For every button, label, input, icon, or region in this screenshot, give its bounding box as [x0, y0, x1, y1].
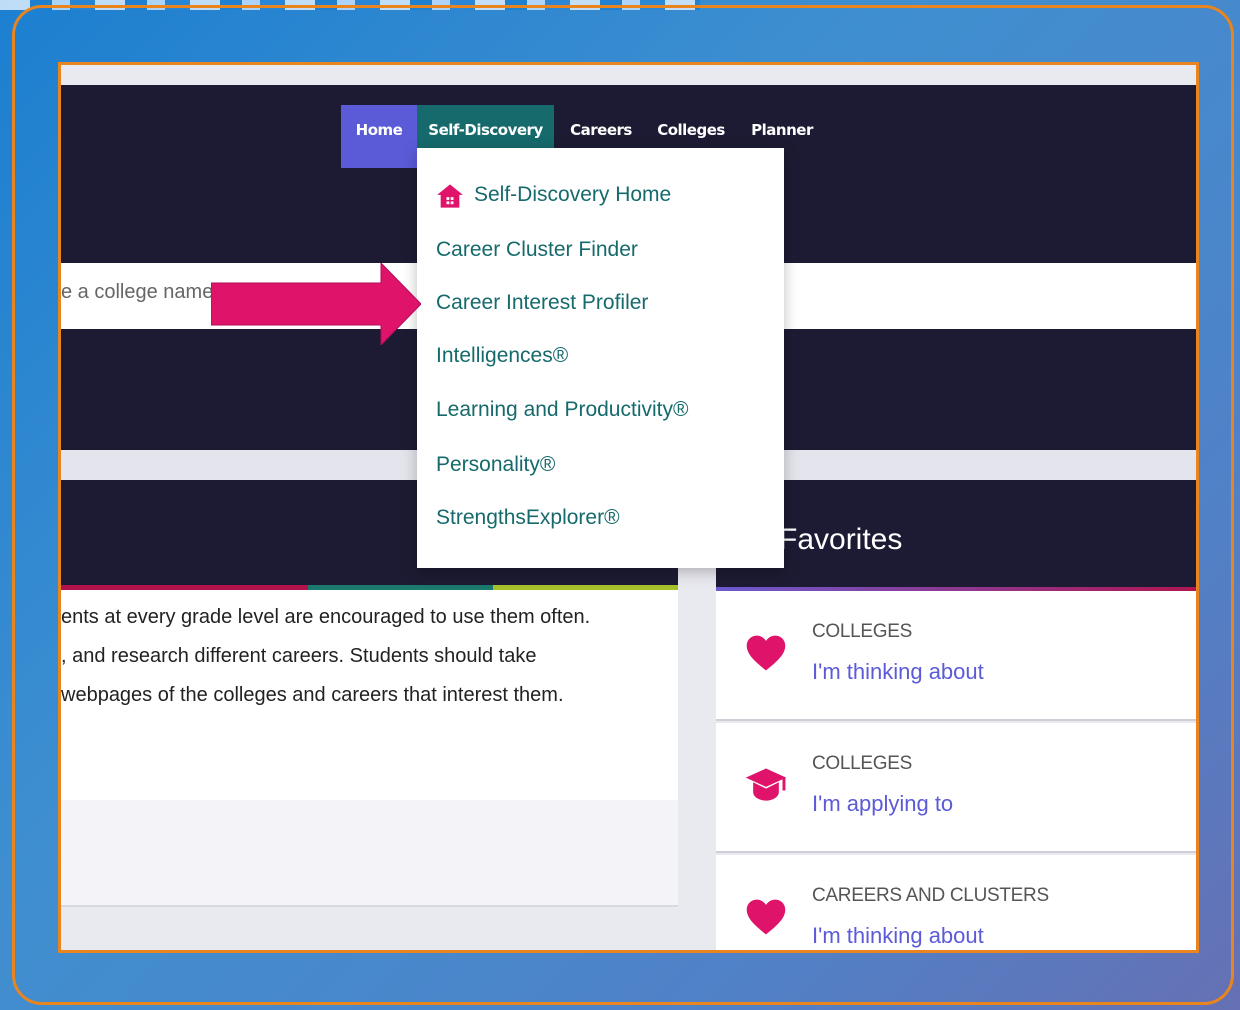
graduation-cap-icon	[745, 768, 787, 801]
menu-item-self-discovery-home[interactable]: Self-Discovery Home	[474, 183, 671, 207]
screenshot-area: Home Self-Discovery Careers Colleges Pla…	[58, 62, 1199, 953]
heart-icon	[746, 635, 786, 671]
pointer-arrow-icon	[211, 263, 421, 345]
favorite-link[interactable]: I'm applying to	[812, 791, 953, 817]
body-line-1: ents at every grade level are encouraged…	[61, 606, 591, 628]
nav-home[interactable]: Home	[341, 105, 417, 168]
favorite-link[interactable]: I'm thinking about	[812, 659, 984, 685]
favorite-card-careers-thinking[interactable]: CAREERS AND CLUSTERS I'm thinking about	[716, 855, 1196, 950]
heart-icon	[746, 899, 786, 935]
search-placeholder: e a college name	[61, 281, 214, 303]
favorite-category: CAREERS AND CLUSTERS	[812, 885, 1049, 906]
favorite-category: COLLEGES	[812, 621, 913, 642]
menu-item-intelligences[interactable]: Intelligences®	[436, 344, 568, 368]
favorite-category: COLLEGES	[812, 753, 913, 774]
favorite-card-colleges-applying[interactable]: COLLEGES I'm applying to	[716, 723, 1196, 853]
body-line-3: webpages of the colleges and careers tha…	[61, 684, 564, 706]
menu-item-personality[interactable]: Personality®	[436, 453, 555, 477]
menu-item-learning-productivity[interactable]: Learning and Productivity®	[436, 398, 688, 422]
left-panel-footer	[61, 800, 678, 907]
favorites-title: Favorites	[779, 523, 903, 556]
menu-item-strengthsexplorer[interactable]: StrengthsExplorer®	[436, 506, 620, 530]
menu-item-career-interest-profiler[interactable]: Career Interest Profiler	[436, 291, 648, 315]
menu-item-career-cluster-finder[interactable]: Career Cluster Finder	[436, 238, 638, 262]
home-icon	[437, 184, 463, 208]
body-line-2: , and research different careers. Studen…	[61, 645, 537, 667]
self-discovery-dropdown-menu: Self-Discovery Home Career Cluster Finde…	[417, 148, 784, 568]
left-panel-body: ents at every grade level are encouraged…	[61, 590, 678, 800]
favorite-link[interactable]: I'm thinking about	[812, 923, 984, 949]
favorite-card-colleges-thinking[interactable]: COLLEGES I'm thinking about	[716, 591, 1196, 721]
